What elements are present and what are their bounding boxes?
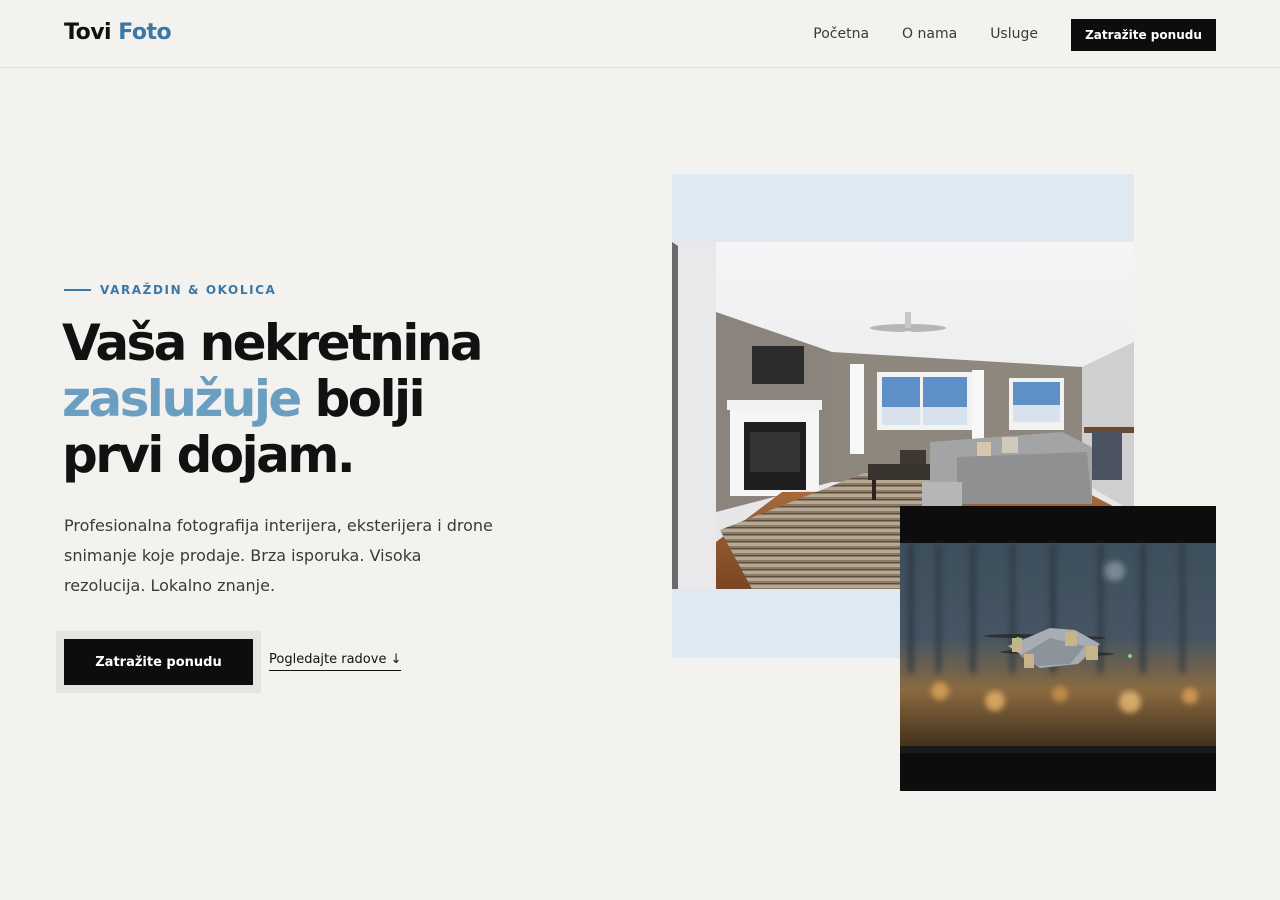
nav-link-about[interactable]: O nama	[902, 26, 957, 42]
location-eyebrow: VARAŽDIN & OKOLICA	[64, 283, 276, 297]
headline-accent-word: zaslužuje	[62, 370, 302, 428]
nav-link-home[interactable]: Početna	[813, 26, 869, 42]
hero-headline: Vaša nekretnina zaslužuje bolji prvi doj…	[62, 315, 542, 483]
nav-link-services[interactable]: Usluge	[990, 26, 1038, 42]
view-work-link[interactable]: Pogledajte radove ↓	[269, 652, 402, 671]
nav-links: Početna O nama Usluge	[813, 26, 1038, 42]
headline-line-3: prvi dojam.	[62, 426, 356, 484]
hero-request-quote-button[interactable]: Zatražite ponudu	[64, 639, 253, 685]
logo-text-primary: Tovi	[64, 20, 112, 45]
headline-line-1: Vaša nekretnina	[62, 314, 484, 372]
drone-photo	[900, 506, 1216, 791]
top-navigation: Tovi Foto Početna O nama Usluge Zatražit…	[0, 0, 1280, 68]
headline-line-2-rest: bolji	[314, 370, 426, 428]
eyebrow-text: VARAŽDIN & OKOLICA	[100, 283, 277, 297]
nav-request-quote-button[interactable]: Zatražite ponudu	[1071, 19, 1216, 51]
logo-text-accent: Foto	[118, 20, 172, 45]
hero-lead-text: Profesionalna fotografija interijera, ek…	[64, 516, 493, 595]
eyebrow-line	[64, 289, 91, 291]
logo[interactable]: Tovi Foto	[64, 20, 172, 45]
